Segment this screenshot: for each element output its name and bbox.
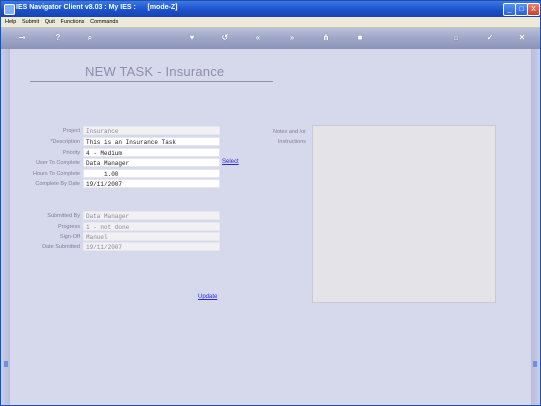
description-field[interactable]: This is an Insurance Task [83, 137, 220, 146]
priority-label: Priority [62, 150, 80, 156]
menu-help[interactable]: Help [5, 17, 16, 27]
notes-textarea[interactable] [312, 125, 496, 303]
close-button[interactable]: X [527, 3, 540, 16]
forward-icon[interactable]: » [287, 33, 297, 43]
menu-quit[interactable]: Quit [45, 17, 55, 27]
help-icon[interactable]: ? [53, 33, 63, 43]
favorite-icon[interactable]: ♥ [187, 33, 197, 43]
accept-icon[interactable]: ✓ [485, 33, 495, 43]
close-icon[interactable]: ✕ [517, 33, 527, 43]
date-submitted-field: 19/11/2007 [83, 242, 220, 251]
title-bar: IES Navigator Client v8.03 : My IES : [m… [1, 1, 540, 17]
back-icon[interactable]: « [253, 33, 263, 43]
menu-commands[interactable]: Commands [90, 17, 118, 27]
left-expand-handle[interactable] [4, 361, 8, 367]
priority-select[interactable]: 4 - Medium [83, 148, 220, 157]
right-panel-strip [531, 49, 540, 405]
submitted-by-field: Data Manager [83, 211, 220, 220]
user-to-complete-label: User To Complete [36, 160, 80, 166]
page-title: NEW TASK - Insurance [85, 64, 225, 79]
sign-off-label: Sign-Off [59, 234, 80, 240]
title-divider [30, 81, 273, 82]
refresh-icon[interactable]: ↺ [220, 33, 230, 43]
date-submitted-label: Date Submitted [42, 244, 80, 250]
hours-to-complete-label: Hours To Complete [33, 171, 80, 177]
project-field: Insurance [83, 126, 220, 135]
toolbar: ⊸ ? ⌕ ♥ ↺ « » ⋔ ■ ⌂ ✓ ✕ [1, 28, 540, 50]
task-form: NEW TASK - Insurance Project Insurance *… [10, 49, 531, 405]
menu-submit[interactable]: Submit [22, 17, 39, 27]
key-icon[interactable]: ⊸ [13, 33, 31, 43]
home-icon[interactable]: ⌂ [451, 33, 461, 43]
notes-label: Notes and /or [272, 129, 306, 135]
search-icon[interactable]: ⌕ [85, 33, 95, 43]
user-to-complete-field[interactable]: Data Manager [83, 158, 220, 167]
menu-bar: Help Submit Quit Functions Commands [1, 17, 540, 28]
progress-label: Progress [57, 224, 80, 230]
update-link[interactable]: Update [198, 294, 217, 300]
complete-by-date-field[interactable]: 19/11/2007 [83, 179, 220, 188]
tree-icon[interactable]: ⋔ [321, 33, 331, 43]
instructions-label: Instructions [277, 139, 306, 145]
window-title: IES Navigator Client v8.03 : My IES : [m… [16, 4, 178, 11]
app-window: IES Navigator Client v8.03 : My IES : [m… [0, 0, 541, 406]
app-icon [4, 4, 15, 15]
select-user-link[interactable]: Select [222, 159, 239, 165]
description-label: *Description [50, 139, 80, 145]
progress-field: 1 - not done [83, 222, 220, 231]
submitted-by-label: Submitted By [47, 213, 80, 219]
right-expand-handle[interactable] [533, 361, 537, 367]
menu-functions[interactable]: Functions [61, 17, 85, 27]
complete-by-date-label: Complete By Date [35, 181, 80, 187]
sign-off-field: Manuel [83, 232, 220, 241]
hours-to-complete-field[interactable]: 1.00 [83, 169, 220, 178]
left-panel-strip [1, 49, 10, 405]
stop-icon[interactable]: ■ [355, 33, 365, 43]
project-label: Project [62, 128, 80, 134]
